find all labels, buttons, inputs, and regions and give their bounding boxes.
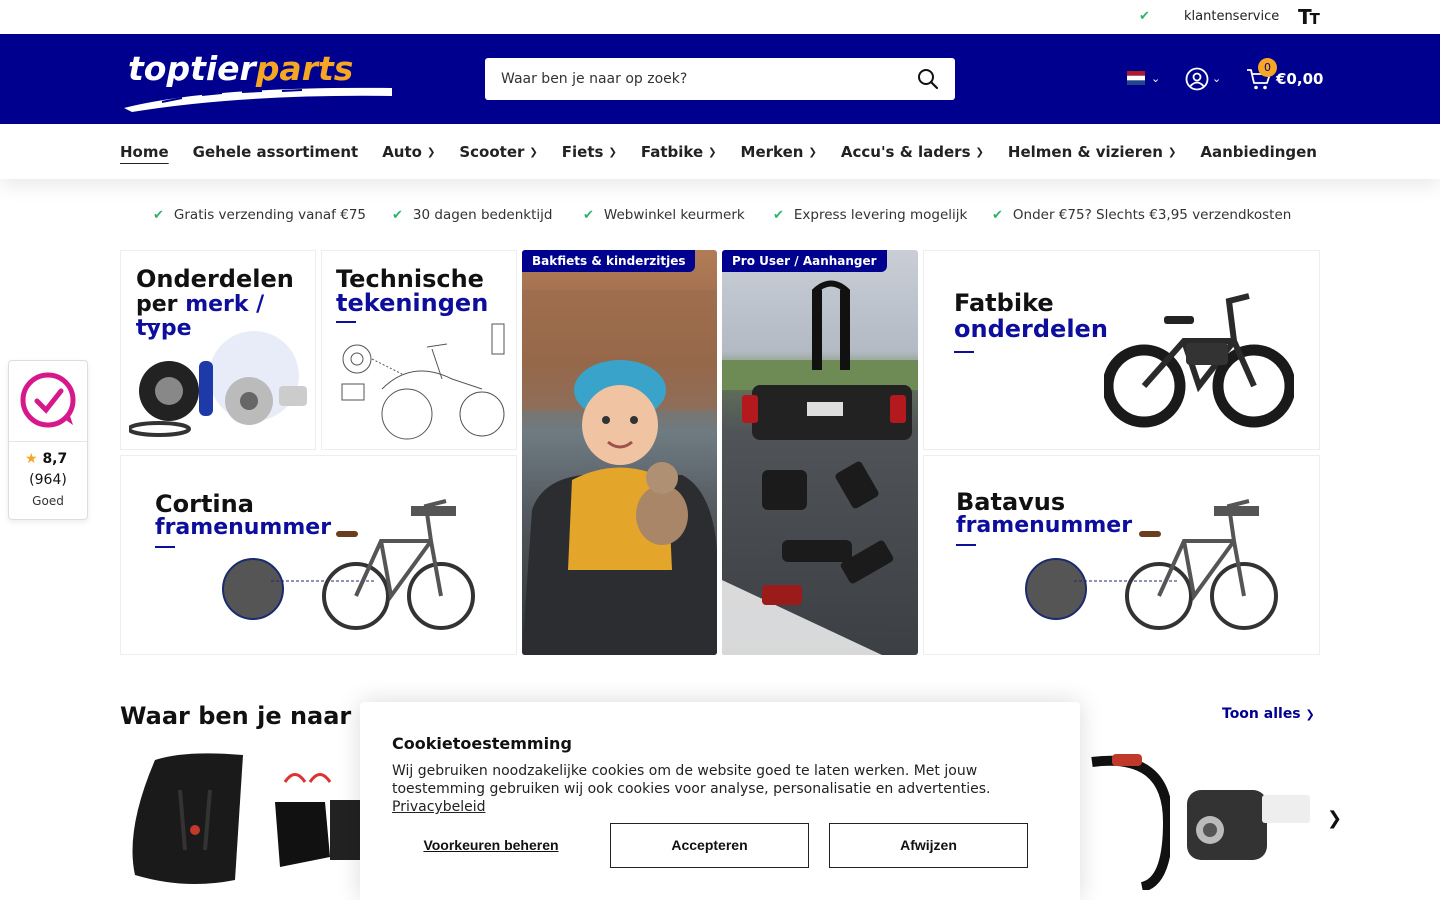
carousel-next-icon[interactable]: ❯ — [1327, 808, 1342, 829]
main-nav: Home Gehele assortiment Auto ❯ Scooter ❯ F… — [0, 124, 1440, 179]
usp-item: ✔ Onder €75? Slechts €3,95 verzendkosten — [992, 207, 1292, 223]
check-icon: ✔ — [773, 208, 784, 223]
privacy-policy-link[interactable]: Privacybeleid — [392, 799, 485, 815]
nav-item-aanbiedingen[interactable]: Aanbiedingen — [1200, 143, 1317, 161]
fatbike-image — [1104, 293, 1294, 428]
chevron-down-icon[interactable]: ⌄ — [1151, 72, 1160, 85]
usp-item: ✔ Gratis verzending vanaf €75 — [153, 207, 366, 223]
usp-item: ✔ Webwinkel keurmerk — [583, 207, 745, 223]
review-widget[interactable]: ★ 8,7 (964) Goed — [8, 360, 88, 520]
nav-item-auto[interactable]: Auto ❯ — [382, 143, 435, 161]
tile-subtitle: tekeningen — [336, 289, 489, 317]
accept-button[interactable]: Accepteren — [610, 823, 809, 868]
tile-onderdelen-per-merk[interactable]: Onderdelen per merk / type — [120, 250, 316, 450]
nav-item-assortiment[interactable]: Gehele assortiment — [193, 143, 359, 161]
child-in-bakfiets-image — [522, 290, 717, 655]
nav-item-scooter[interactable]: Scooter ❯ — [459, 143, 537, 161]
check-icon: ✔ — [583, 208, 594, 223]
scooter-drawing-illustration — [341, 323, 505, 440]
divider — [956, 544, 976, 546]
tile-title: Technische — [336, 265, 484, 293]
text-size-icon[interactable]: TT — [1298, 5, 1320, 29]
star-icon: ★ — [25, 451, 38, 467]
header: toptierparts ⌄ ⌄ 0 €0,00 — [0, 34, 1440, 124]
top-bar: ✔ klantenservice TT — [0, 0, 1440, 34]
product-child-seat-image[interactable] — [125, 750, 250, 890]
cookie-title: Cookietoestemming — [392, 734, 572, 753]
check-icon: ✔ — [392, 208, 403, 223]
tile-fatbike-onderdelen[interactable]: Fatbike onderdelen — [923, 250, 1320, 450]
site-logo[interactable]: toptierparts — [122, 46, 394, 112]
nav-item-home[interactable]: Home — [120, 143, 169, 161]
divider — [954, 351, 974, 353]
chevron-right-icon: ❯ — [1305, 708, 1315, 721]
nav-item-fatbike[interactable]: Fatbike ❯ — [641, 143, 717, 161]
manage-preferences-button[interactable]: Voorkeuren beheren — [392, 823, 590, 868]
check-icon: ✔ — [1139, 9, 1150, 24]
bike-carrier-image — [722, 280, 918, 655]
usp-item: ✔ 30 dagen bedenktijd — [392, 207, 553, 223]
divider — [155, 546, 175, 548]
tile-title: Fatbike — [954, 289, 1054, 317]
product-handlebar-grips-image[interactable] — [270, 762, 365, 877]
nav-item-fiets[interactable]: Fiets ❯ — [562, 143, 617, 161]
review-count: (964) — [29, 472, 67, 488]
batavus-bike-image — [1025, 499, 1278, 630]
reject-button[interactable]: Afwijzen — [829, 823, 1028, 868]
review-label: Goed — [32, 494, 64, 508]
nav-item-accus[interactable]: Accu's & laders ❯ — [841, 143, 984, 161]
product-frame-lock-image[interactable] — [1082, 752, 1170, 890]
nav-item-helmen[interactable]: Helmen & vizieren ❯ — [1008, 143, 1176, 161]
divider — [9, 441, 87, 442]
tile-badge: Pro User / Aanhanger — [722, 250, 887, 272]
chevron-down-icon: ❯ — [426, 147, 436, 158]
tile-batavus-framenummer[interactable]: Batavus framenummer — [923, 455, 1320, 655]
cookie-consent-dialog: Cookietoestemming Wij gebruiken noodzake… — [360, 702, 1080, 900]
nav-item-merken[interactable]: Merken ❯ — [741, 143, 817, 161]
usp-item: ✔ Express levering mogelijk — [773, 207, 968, 223]
chevron-down-icon: ❯ — [975, 147, 984, 158]
check-icon: ✔ — [153, 208, 164, 223]
review-score: ★ 8,7 — [25, 451, 68, 467]
tile-bakfiets-kinderzitjes[interactable]: Bakfiets & kinderzitjes — [522, 250, 717, 655]
chevron-down-icon: ❯ — [708, 147, 717, 158]
dutch-flag-icon[interactable] — [1127, 71, 1145, 85]
chevron-down-icon[interactable]: ⌄ — [1212, 72, 1221, 85]
tile-badge: Bakfiets & kinderzitjes — [522, 250, 696, 272]
cart-total[interactable]: €0,00 — [1276, 70, 1323, 88]
usp-bar: ✔ Gratis verzending vanaf €75 ✔ 30 dagen b… — [0, 207, 1440, 227]
tile-title: Onderdelen — [136, 265, 294, 293]
cookie-text: Wij gebruiken noodzakelijke cookies om d… — [392, 763, 991, 815]
parts-illustration — [129, 331, 307, 437]
tile-subtitle: onderdelen — [954, 315, 1108, 343]
user-icon[interactable] — [1185, 67, 1209, 91]
search-icon[interactable] — [917, 68, 939, 90]
svg-text:toptierparts: toptierparts — [128, 49, 353, 88]
check-icon: ✔ — [992, 208, 1003, 223]
tile-cortina-framenummer[interactable]: Cortina framenummer — [120, 455, 517, 655]
divider — [136, 323, 156, 325]
search-input[interactable] — [501, 68, 901, 90]
search-bar[interactable] — [485, 58, 955, 100]
cortina-bike-image — [222, 499, 475, 630]
review-logo-icon — [20, 372, 76, 428]
show-all-link[interactable]: Toon alles ❯ — [1222, 706, 1315, 722]
cart-count-badge: 0 — [1258, 58, 1277, 77]
tile-pro-user-aanhanger[interactable]: Pro User / Aanhanger — [722, 250, 918, 655]
product-battery-lock-image[interactable] — [1182, 770, 1317, 865]
chevron-down-icon: ❯ — [808, 147, 817, 158]
tile-technische-tekeningen[interactable]: Technische tekeningen — [321, 250, 517, 450]
chevron-down-icon: ❯ — [1167, 147, 1177, 158]
chevron-down-icon: ❯ — [529, 147, 538, 158]
customer-service-link[interactable]: klantenservice — [1184, 9, 1279, 24]
chevron-down-icon: ❯ — [608, 147, 617, 158]
